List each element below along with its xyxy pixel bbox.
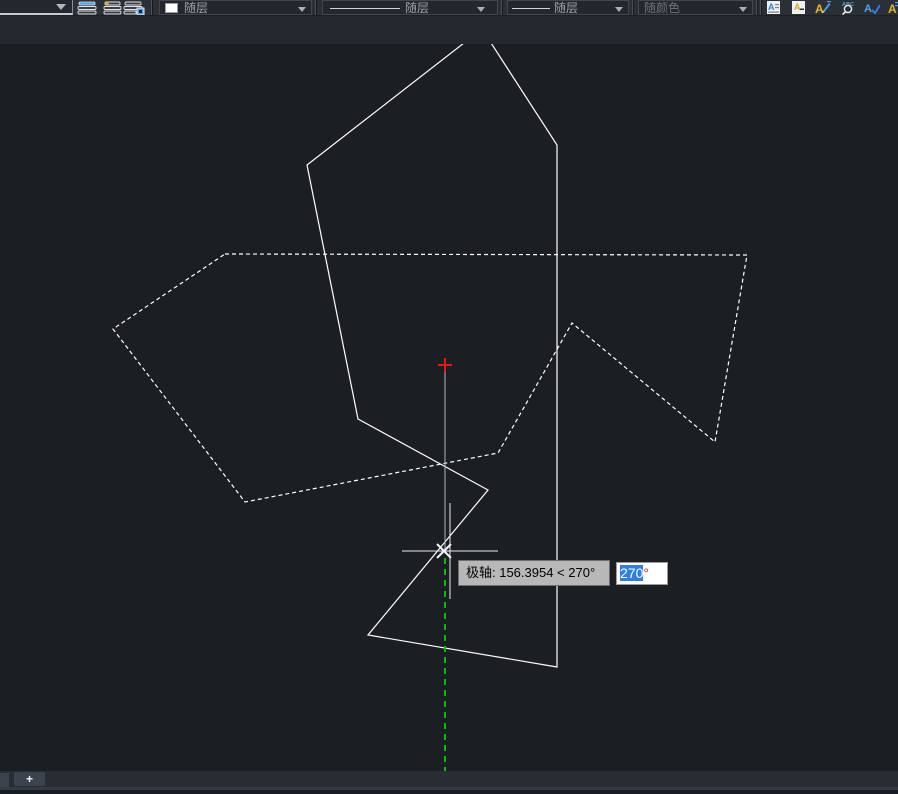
polar-tracking-tooltip: 极轴: 156.3954 < 270° [458,560,610,586]
layer-states-icon[interactable] [123,0,147,15]
toolbar-separator [760,0,761,15]
plot-style-control-value: 随颜色 [644,1,680,16]
svg-text:A: A [888,2,897,15]
linetype-sample-icon [330,8,400,9]
layer-current-icon[interactable] [103,0,122,15]
properties-toolbar: 随层 随层 随层 随颜色 A [0,0,898,15]
drawing-canvas[interactable]: 极轴: 156.3954 < 270° 270° [0,44,898,771]
layout-tab-partial[interactable] [0,773,9,787]
dynamic-input-value: 270 [620,565,643,581]
text-style-icon[interactable]: A [766,0,782,15]
polar-tracking-text: 极轴: 156.3954 < 270° [466,565,595,580]
cad-application-window: 随层 随层 随层 随颜色 A [0,0,898,794]
chevron-down-icon [298,7,306,12]
edit-text-icon[interactable]: A [815,0,832,15]
chevron-down-icon [739,7,747,12]
plot-style-control-dropdown[interactable]: 随颜色 [638,0,753,15]
toolbar-separator [315,0,316,15]
layer-control-dropdown[interactable] [0,0,73,15]
single-line-text-icon[interactable]: A [791,0,807,15]
toolbar-separator [501,0,502,15]
scale-text-icon[interactable]: A [888,0,898,15]
lineweight-sample-icon [512,8,550,9]
color-swatch [165,3,178,13]
spell-check-icon[interactable]: A [864,0,881,15]
chevron-down-icon [615,7,623,12]
bottom-edge-strip [0,790,898,794]
color-control-dropdown[interactable]: 随层 [159,0,312,15]
layer-properties-icon[interactable] [76,0,100,15]
lineweight-control-dropdown[interactable]: 随层 [507,0,629,15]
add-layout-tab-button[interactable]: + [14,772,45,786]
color-control-value: 随层 [184,1,208,16]
lineweight-control-value: 随层 [554,1,578,16]
layout-tab-bar: + [0,771,898,787]
svg-text:A: A [768,2,775,12]
toolbar-separator [632,0,633,15]
svg-text:A: A [794,2,801,12]
svg-text:A: A [815,2,824,15]
chevron-down-icon [477,7,485,12]
linetype-control-dropdown[interactable]: 随层 [322,0,498,15]
svg-text:A: A [864,3,872,15]
chevron-down-icon [56,4,66,10]
toolbar-separator [756,0,757,15]
toolbar-separator [151,0,152,15]
linetype-control-value: 随层 [405,1,429,16]
find-replace-icon[interactable]: ABC [840,0,857,15]
dashed-polyline [113,254,747,502]
dynamic-input-field[interactable]: 270° [616,562,668,585]
toolbar-second-row [0,15,898,44]
drawing-svg [0,44,898,771]
degree-suffix: ° [643,565,649,581]
